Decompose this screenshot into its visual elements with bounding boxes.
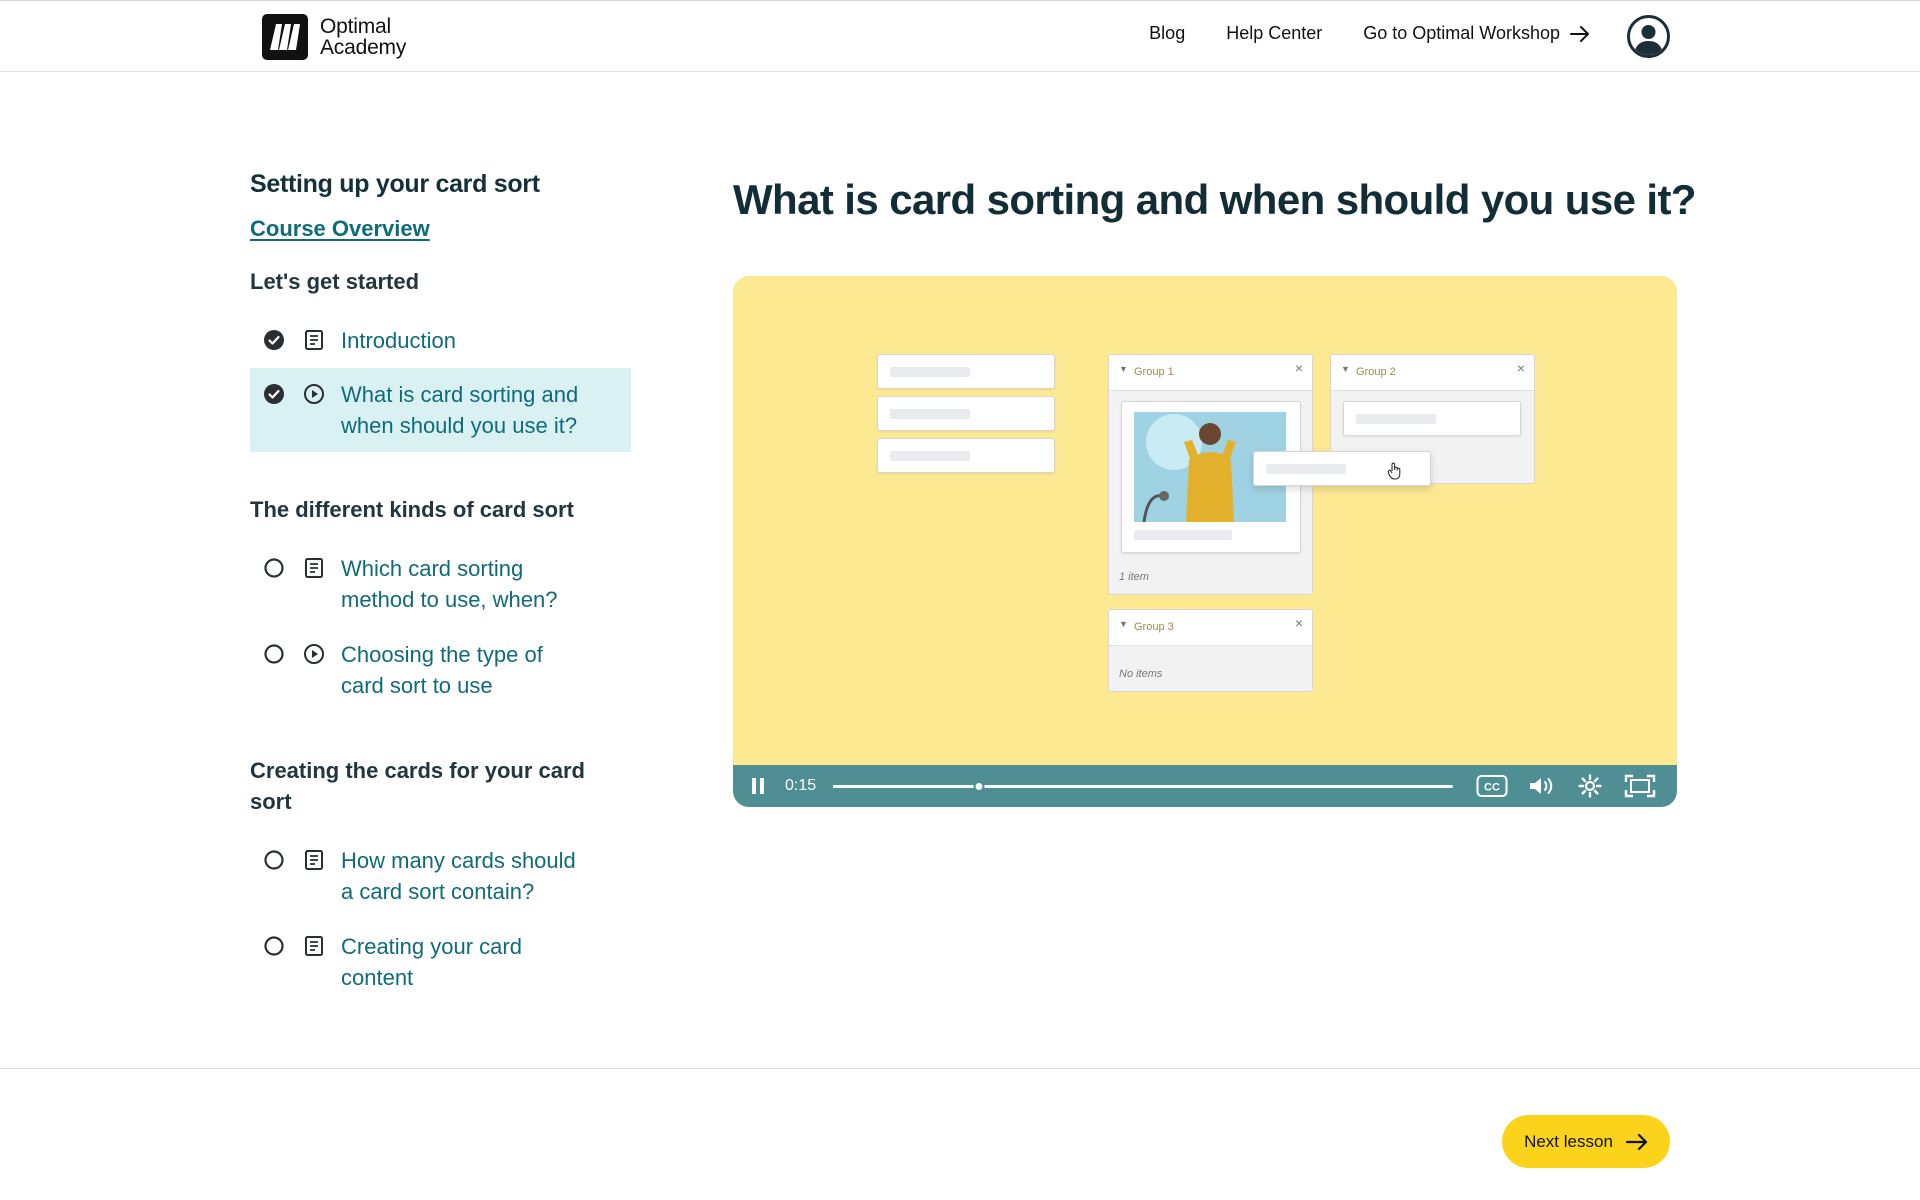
top-nav: Blog Help Center Go to Optimal Workshop	[1149, 23, 1590, 44]
logo-mark-icon	[262, 14, 308, 60]
course-overview-link[interactable]: Course Overview	[250, 216, 430, 242]
video-controls: 0:15 CC	[733, 765, 1677, 807]
nav-help-center-link[interactable]: Help Center	[1226, 23, 1322, 44]
course-sidebar: Setting up your card sort Course Overvie…	[250, 170, 650, 1068]
optimal-academy-logo[interactable]: Optimal Academy	[262, 14, 406, 60]
video-progress-thumb[interactable]	[973, 780, 985, 792]
group-name: Group 3	[1134, 621, 1174, 633]
triangle-down-icon: ▼	[1119, 619, 1128, 629]
pause-button[interactable]	[751, 777, 765, 795]
section-title: The different kinds of card sort	[250, 497, 574, 522]
empty-circle-icon	[264, 644, 284, 664]
lesson-item-what-is-card-sorting[interactable]: What is card sorting and when should you…	[250, 368, 631, 452]
triangle-down-icon: ▼	[1341, 364, 1350, 374]
video-card-placeholder	[877, 396, 1055, 431]
section-title: Let's get started	[250, 269, 420, 294]
lesson-item-creating-content[interactable]: Creating your card content	[250, 919, 631, 1005]
group-name: Group 2	[1356, 366, 1396, 378]
nav-optimal-workshop-link[interactable]: Go to Optimal Workshop	[1363, 23, 1590, 44]
empty-circle-icon	[264, 850, 284, 870]
video-progress-bar[interactable]	[833, 780, 1454, 792]
pause-icon	[752, 778, 764, 794]
fullscreen-icon	[1624, 774, 1656, 798]
video-card-placeholder	[877, 354, 1055, 389]
lesson-item-introduction[interactable]: Introduction	[250, 313, 631, 368]
lesson-item-which-method[interactable]: Which card sorting method to use, when?	[250, 541, 631, 627]
lesson-label: Choosing the type of card sort to use	[341, 642, 543, 698]
article-icon	[305, 558, 323, 578]
lesson-item-how-many-cards[interactable]: How many cards should a card sort contai…	[250, 833, 631, 919]
article-icon	[305, 936, 323, 956]
logo-text: Optimal Academy	[320, 15, 407, 59]
group-name: Group 1	[1134, 366, 1174, 378]
check-circle-icon	[264, 330, 284, 350]
volume-button[interactable]	[1528, 775, 1556, 797]
group-count: 1 item	[1119, 571, 1149, 583]
close-icon: ×	[1294, 360, 1303, 376]
close-icon: ×	[1516, 360, 1525, 376]
play-circle-icon	[304, 384, 324, 404]
video-card-placeholder	[877, 438, 1055, 473]
user-icon	[1634, 25, 1663, 55]
cc-icon: CC	[1476, 775, 1508, 797]
lesson-title: What is card sorting and when should you…	[733, 176, 1697, 223]
nav-blog-link[interactable]: Blog	[1149, 23, 1185, 44]
lesson-label: Introduction	[341, 328, 456, 353]
settings-button[interactable]	[1578, 774, 1602, 798]
course-title: Setting up your card sort	[250, 170, 540, 198]
lesson-label: How many cards should a card sort contai…	[341, 848, 576, 904]
volume-icon	[1530, 778, 1553, 794]
hand-cursor-icon	[1387, 462, 1401, 480]
user-avatar[interactable]	[1627, 15, 1670, 58]
lesson-label: Which card sorting method to use, when?	[341, 556, 558, 612]
lesson-footer: Next lesson	[0, 1068, 1920, 1200]
video-progress-fill	[833, 784, 979, 788]
article-icon	[305, 330, 323, 350]
next-lesson-label: Next lesson	[1524, 1131, 1613, 1151]
arrow-right-icon	[1625, 1133, 1648, 1150]
check-circle-icon	[264, 384, 284, 404]
video-player[interactable]: ▼ Group 1 × 1 item ▼ Group 2 × ▼ Group 3…	[733, 276, 1677, 807]
video-group-3: ▼ Group 3 × No items	[1108, 609, 1313, 692]
fullscreen-button[interactable]	[1624, 774, 1656, 798]
gear-icon	[1578, 774, 1602, 798]
next-lesson-button[interactable]: Next lesson	[1502, 1115, 1670, 1168]
empty-circle-icon	[264, 936, 284, 956]
section-title: Creating the cards for your card sort	[250, 758, 585, 814]
lesson-item-choosing-type[interactable]: Choosing the type of card sort to use	[250, 627, 631, 713]
captions-button[interactable]: CC	[1476, 774, 1508, 798]
article-icon	[305, 850, 323, 870]
video-time: 0:15	[785, 777, 817, 794]
triangle-down-icon: ▼	[1119, 364, 1128, 374]
nav-optimal-workshop-label: Go to Optimal Workshop	[1363, 23, 1560, 43]
play-circle-icon	[304, 644, 324, 664]
video-card-placeholder	[1343, 401, 1521, 436]
group-count: No items	[1119, 668, 1163, 680]
video-dragged-card	[1253, 451, 1431, 486]
top-header: Optimal Academy Blog Help Center Go to Op…	[0, 0, 1920, 72]
svg-text:CC: CC	[1484, 782, 1500, 794]
lesson-label: Creating your card content	[341, 934, 522, 990]
empty-circle-icon	[264, 558, 284, 578]
close-icon: ×	[1294, 615, 1303, 631]
arrow-right-icon	[1570, 25, 1589, 42]
lesson-label: What is card sorting and when should you…	[341, 382, 579, 438]
